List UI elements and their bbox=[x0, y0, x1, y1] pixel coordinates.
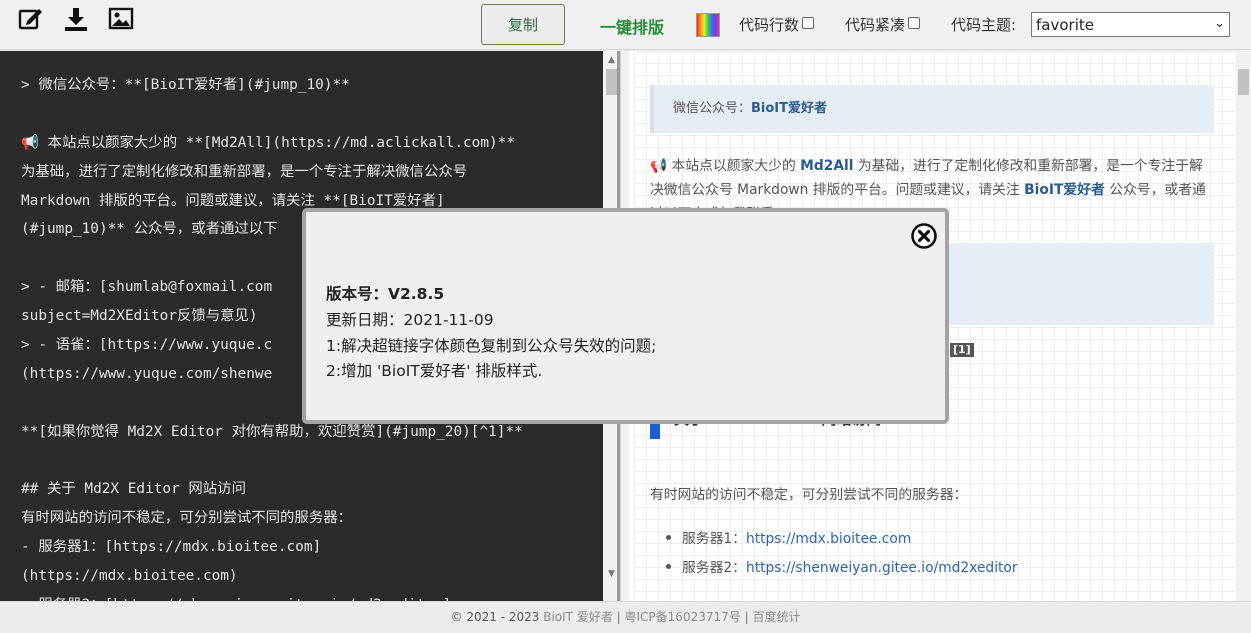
editor-scroll-thumb[interactable] bbox=[606, 69, 617, 95]
edit-icon[interactable] bbox=[18, 6, 44, 32]
theme-label: 代码主题: bbox=[951, 16, 1017, 34]
editor-line: ## 关于 Md2X Editor 网站访问 bbox=[21, 481, 246, 498]
server-link[interactable]: https://shenweiyan.gitee.io/md2xeditor bbox=[746, 560, 1018, 576]
md2all-link[interactable]: Md2All bbox=[800, 158, 853, 174]
version-label: 版本号： bbox=[326, 285, 389, 303]
color-palette-icon[interactable] bbox=[696, 13, 720, 37]
chevron-down-icon: ⌄ bbox=[1214, 16, 1225, 31]
footnote-badge[interactable]: [1] bbox=[950, 343, 974, 357]
footer-separator: | bbox=[616, 610, 621, 624]
image-icon[interactable] bbox=[108, 6, 134, 32]
scroll-up-icon[interactable]: ▲ bbox=[606, 55, 617, 65]
editor-line: 有时网站的访问不稳定，可分别尝试不同的服务器： bbox=[21, 510, 352, 527]
list-item: 服务器2：https://shenweiyan.gitee.io/md2xedi… bbox=[666, 556, 1018, 576]
editor-line: 📢 本站点以颜家大少的 **[Md2All](https://md.aclick… bbox=[21, 134, 515, 151]
footer-site-link[interactable]: BioIT 爱好者 bbox=[543, 610, 613, 624]
version-value: V2.8.5 bbox=[388, 285, 445, 303]
footer-copyright: © 2021 - 2023 bbox=[450, 610, 540, 624]
footer: © 2021 - 2023 BioIT 爱好者 | 粤ICP备16023717号… bbox=[0, 601, 1251, 633]
download-icon[interactable] bbox=[63, 6, 89, 32]
line-number-toggle[interactable]: 代码行数 bbox=[739, 14, 815, 35]
line-number-label: 代码行数 bbox=[739, 16, 800, 34]
one-key-format-button[interactable]: 一键排版 bbox=[600, 14, 664, 38]
editor-line: - 服务器2：[https://shenweiyan.gitee.io/md2x… bbox=[21, 591, 601, 601]
change-item: 1:解决超链接字体颜色复制到公众号失效的问题; bbox=[326, 336, 657, 355]
footer-separator: | bbox=[744, 610, 749, 624]
compact-label: 代码紧凑 bbox=[845, 16, 906, 34]
server-link[interactable]: https://mdx.bioitee.com bbox=[746, 531, 911, 547]
editor-line: > 微信公众号：**[BioIT爱好者](#jump_10)** bbox=[21, 77, 350, 93]
preview-scrollbar[interactable] bbox=[1236, 51, 1251, 601]
copy-button[interactable]: 复制 bbox=[481, 4, 565, 45]
compact-checkbox[interactable] bbox=[908, 17, 921, 29]
version-modal: 版本号：V2.8.5 更新日期：2021-11-09 1:解决超链接字体颜色复制… bbox=[302, 208, 949, 424]
list-item: 服务器1：https://mdx.bioitee.com bbox=[666, 527, 911, 547]
bullet-icon bbox=[666, 564, 671, 569]
scroll-down-icon[interactable]: ▼ bbox=[606, 569, 617, 579]
compact-toggle[interactable]: 代码紧凑 bbox=[845, 14, 921, 35]
line-number-checkbox[interactable] bbox=[802, 17, 815, 29]
editor-line: (https://mdx.bioitee.com) bbox=[21, 568, 238, 585]
modal-body: 版本号：V2.8.5 更新日期：2021-11-09 1:解决超链接字体颜色复制… bbox=[326, 282, 656, 385]
megaphone-icon: 📢 bbox=[650, 158, 668, 174]
close-icon[interactable] bbox=[911, 223, 937, 249]
toolbar: 复制 一键排版 代码行数 代码紧凑 代码主题: favorite ⌄ bbox=[0, 0, 1251, 50]
quote-link[interactable]: BioIT爱好者 bbox=[751, 101, 827, 116]
editor-line: 为基础，进行了定制化修改和重新部署，是一个专注于解决微信公众号 bbox=[21, 163, 468, 180]
theme-select[interactable]: favorite ⌄ bbox=[1031, 12, 1230, 37]
editor-line: - 服务器1：[https://mdx.bioitee.com] bbox=[21, 539, 322, 556]
preview-scroll-thumb[interactable] bbox=[1238, 69, 1249, 95]
footer-stats-link[interactable]: 百度统计 bbox=[752, 610, 800, 624]
intro-text: 本站点以颜家大少的 bbox=[667, 158, 801, 174]
update-date: 更新日期：2021-11-09 bbox=[326, 310, 494, 329]
bullet-icon bbox=[666, 535, 671, 540]
server-label: 服务器1： bbox=[682, 531, 746, 547]
preview-note: 有时网站的访问不稳定，可分别尝试不同的服务器： bbox=[650, 487, 968, 503]
theme-select-value: favorite bbox=[1036, 15, 1094, 34]
quote-prefix: 微信公众号： bbox=[673, 101, 752, 116]
footer-icp-link[interactable]: 粤ICP备16023717号 bbox=[625, 610, 741, 624]
bioit-link[interactable]: BioIT爱好者 bbox=[1024, 182, 1105, 198]
preview-quote: 微信公众号：BioIT爱好者 bbox=[650, 85, 1214, 133]
server-label: 服务器2： bbox=[682, 560, 746, 576]
change-item: 2:增加 'BioIT爱好者' 排版样式. bbox=[326, 362, 543, 381]
version-line: 版本号：V2.8.5 bbox=[326, 282, 656, 308]
